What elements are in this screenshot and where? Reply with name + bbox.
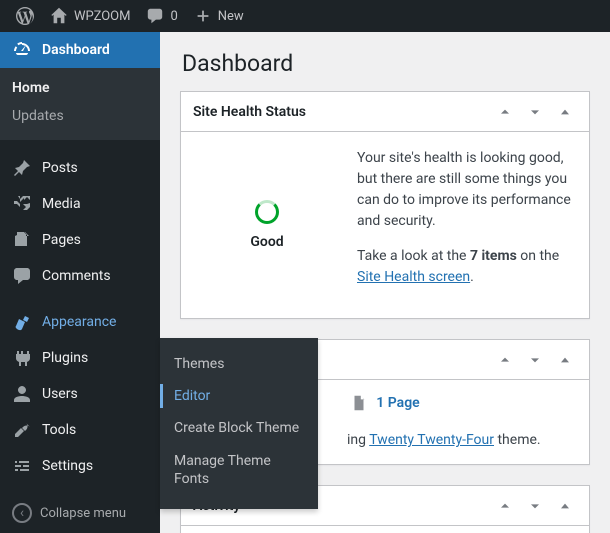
chevron-down-icon (527, 104, 543, 120)
caret-up-icon (557, 352, 573, 368)
dashboard-icon (12, 40, 32, 60)
admin-sidebar: Dashboard Home Updates Posts Media Pages… (0, 32, 160, 533)
menu-dashboard-label: Dashboard (42, 42, 110, 58)
menu-users[interactable]: Users (0, 376, 160, 412)
site-health-box: Site Health Status Good Your site's heal… (180, 91, 590, 319)
admin-bar: WPZOOM 0 New (0, 0, 610, 32)
plugins-icon (12, 348, 32, 368)
new-label: New (218, 9, 244, 24)
toggle-panel-button[interactable] (553, 348, 577, 372)
chevron-down-icon (527, 498, 543, 514)
chevron-down-icon (527, 352, 543, 368)
flyout-editor[interactable]: Editor (160, 380, 318, 412)
site-health-link[interactable]: Site Health screen (357, 269, 470, 285)
page-icon (350, 394, 368, 412)
flyout-manage-theme-fonts[interactable]: Manage Theme Fonts (160, 445, 318, 495)
site-health-indicator (255, 200, 279, 224)
toggle-panel-button[interactable] (553, 100, 577, 124)
menu-tools[interactable]: Tools (0, 412, 160, 448)
menu-appearance[interactable]: Appearance (0, 304, 160, 340)
site-health-description: Your site's health is looking good, but … (357, 148, 573, 232)
flyout-themes[interactable]: Themes (160, 348, 318, 380)
collapse-menu[interactable]: Collapse menu (0, 493, 160, 533)
pin-icon (12, 158, 32, 178)
menu-media-label: Media (42, 196, 81, 212)
menu-tools-label: Tools (42, 422, 76, 438)
move-down-button[interactable] (523, 100, 547, 124)
menu-appearance-label: Appearance (42, 314, 116, 330)
submenu-updates[interactable]: Updates (0, 102, 160, 130)
site-health-status: Good (250, 234, 283, 250)
tools-icon (12, 420, 32, 440)
menu-plugins-label: Plugins (42, 350, 88, 366)
plus-icon (194, 7, 212, 25)
chevron-up-icon (497, 498, 513, 514)
comments-icon (12, 266, 32, 286)
menu-posts[interactable]: Posts (0, 150, 160, 186)
menu-users-label: Users (42, 386, 78, 402)
collapse-label: Collapse menu (40, 506, 126, 521)
glance-pages-link[interactable]: 1 Page (376, 395, 419, 411)
caret-up-icon (557, 104, 573, 120)
comments-link[interactable]: 0 (138, 0, 185, 32)
appearance-flyout: Themes Editor Create Block Theme Manage … (160, 338, 318, 509)
page-title: Dashboard (180, 32, 590, 91)
chevron-up-icon (497, 104, 513, 120)
home-icon (50, 7, 68, 25)
caret-up-icon (557, 498, 573, 514)
site-health-cta: Take a look at the 7 items on the Site H… (357, 246, 573, 288)
collapse-icon (12, 503, 32, 523)
site-health-header: Site Health Status (181, 92, 589, 132)
move-down-button[interactable] (523, 494, 547, 518)
submenu-home[interactable]: Home (0, 74, 160, 102)
appearance-icon (12, 312, 32, 332)
pages-icon (12, 230, 32, 250)
site-name-label: WPZOOM (74, 9, 130, 24)
menu-comments[interactable]: Comments (0, 258, 160, 294)
users-icon (12, 384, 32, 404)
wp-logo[interactable] (8, 0, 42, 32)
glance-theme-link[interactable]: Twenty Twenty-Four (369, 432, 494, 448)
comment-icon (146, 7, 164, 25)
menu-posts-label: Posts (42, 160, 78, 176)
site-name-link[interactable]: WPZOOM (42, 0, 138, 32)
move-up-button[interactable] (493, 348, 517, 372)
menu-settings[interactable]: Settings (0, 448, 160, 484)
move-down-button[interactable] (523, 348, 547, 372)
new-content-link[interactable]: New (186, 0, 252, 32)
menu-settings-label: Settings (42, 458, 93, 474)
menu-pages[interactable]: Pages (0, 222, 160, 258)
wordpress-icon (16, 7, 34, 25)
flyout-create-block-theme[interactable]: Create Block Theme (160, 412, 318, 444)
menu-comments-label: Comments (42, 268, 111, 284)
chevron-up-icon (497, 352, 513, 368)
menu-plugins[interactable]: Plugins (0, 340, 160, 376)
settings-icon (12, 456, 32, 476)
menu-media[interactable]: Media (0, 186, 160, 222)
comments-count: 0 (170, 9, 177, 24)
media-icon (12, 194, 32, 214)
menu-dashboard[interactable]: Dashboard (0, 32, 160, 68)
menu-pages-label: Pages (42, 232, 81, 248)
move-up-button[interactable] (493, 494, 517, 518)
dashboard-submenu: Home Updates (0, 68, 160, 140)
move-up-button[interactable] (493, 100, 517, 124)
site-health-heading: Site Health Status (193, 104, 493, 120)
toggle-panel-button[interactable] (553, 494, 577, 518)
